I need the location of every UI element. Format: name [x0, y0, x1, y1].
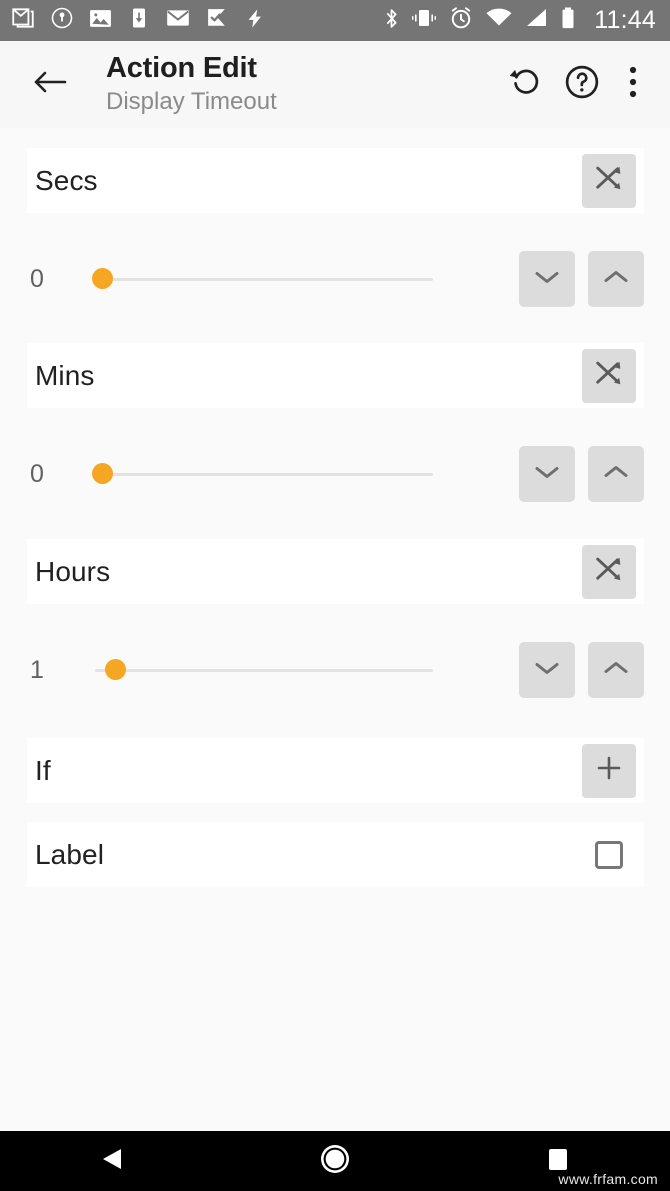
status-bar-system-icons: 11:44 — [383, 5, 656, 36]
variable-toggle-button-secs[interactable] — [582, 153, 636, 208]
label-row-label: Label — [35, 838, 105, 870]
shuffle-variable-icon — [592, 161, 626, 200]
slider-track-hours — [95, 669, 433, 672]
wifi-icon — [485, 6, 513, 35]
slider-value-secs: 0 — [30, 264, 44, 293]
app-bar: Action Edit Display Timeout — [0, 41, 670, 128]
watermark: www.frfam.com — [558, 1171, 658, 1187]
stepper-group-mins — [519, 446, 644, 502]
lightning-bolt-icon — [244, 6, 266, 36]
help-button[interactable] — [554, 57, 610, 113]
label-row[interactable]: Label — [27, 822, 644, 887]
gmail-icon — [10, 5, 36, 36]
status-bar-notification-icons — [10, 5, 266, 36]
plus-icon — [593, 752, 625, 789]
chevron-down-icon — [532, 658, 562, 683]
decrement-button-mins[interactable] — [519, 446, 575, 502]
chevron-down-icon — [532, 267, 562, 292]
variable-toggle-button-hours[interactable] — [582, 544, 636, 599]
alarm-clock-icon — [448, 5, 474, 36]
slider-value-hours: 1 — [30, 655, 44, 684]
increment-button-hours[interactable] — [588, 642, 644, 698]
slider-hours[interactable] — [95, 650, 433, 690]
gallery-image-icon — [88, 6, 113, 36]
chevron-up-icon — [601, 462, 631, 487]
page-title: Action Edit — [106, 52, 257, 85]
increment-button-mins[interactable] — [588, 446, 644, 502]
slider-mins[interactable] — [92, 454, 433, 494]
chevron-down-icon — [532, 462, 562, 487]
bluetooth-icon — [383, 6, 400, 36]
slider-value-mins: 0 — [30, 459, 44, 488]
decrement-button-hours[interactable] — [519, 642, 575, 698]
shuffle-variable-icon — [592, 552, 626, 591]
add-condition-button[interactable] — [582, 743, 636, 798]
slider-track-mins — [95, 473, 433, 476]
arrow-left-icon — [32, 67, 70, 102]
status-bar: 11:44 — [0, 0, 670, 41]
slider-thumb-mins[interactable] — [92, 463, 113, 484]
slider-row-secs[interactable]: 0 — [0, 236, 670, 322]
title-block: Action Edit Display Timeout — [106, 52, 498, 116]
slider-row-hours[interactable]: 1 — [0, 627, 670, 713]
field-label-hours: Hours — [35, 555, 111, 587]
action-edit-form: Secs 0 Mins 0 Hours 1 If Label — [0, 128, 670, 1131]
question-mark-circle-icon — [563, 63, 601, 106]
stepper-group-hours — [519, 642, 644, 698]
status-bar-clock: 11:44 — [594, 6, 656, 34]
stepper-group-secs — [519, 251, 644, 307]
field-card-secs[interactable]: Secs — [27, 148, 644, 213]
slider-secs[interactable] — [92, 259, 433, 299]
overflow-menu-button[interactable] — [610, 57, 656, 113]
checkmark-flag-icon — [205, 6, 230, 36]
page-subtitle: Display Timeout — [106, 87, 277, 115]
increment-button-secs[interactable] — [588, 251, 644, 307]
undo-reset-button[interactable] — [498, 57, 554, 113]
download-to-device-icon — [127, 6, 151, 35]
cellular-signal-icon — [524, 6, 549, 35]
chevron-up-icon — [601, 658, 631, 683]
nav-home-button[interactable] — [290, 1131, 380, 1191]
chevron-up-icon — [601, 267, 631, 292]
decrement-button-secs[interactable] — [519, 251, 575, 307]
shuffle-variable-icon — [592, 356, 626, 395]
variable-toggle-button-mins[interactable] — [582, 348, 636, 403]
field-card-mins[interactable]: Mins — [27, 343, 644, 408]
undo-rotate-left-icon — [509, 65, 543, 104]
slider-row-mins[interactable]: 0 — [0, 431, 670, 517]
battery-icon — [560, 6, 576, 36]
shield-security-icon — [50, 6, 74, 35]
if-row[interactable]: If — [27, 738, 644, 803]
nav-back-button[interactable] — [67, 1131, 157, 1191]
circle-home-icon — [318, 1142, 352, 1181]
checkbox-unchecked-icon[interactable] — [595, 840, 623, 869]
field-label-mins: Mins — [35, 359, 95, 391]
field-card-hours[interactable]: Hours — [27, 539, 644, 604]
vibrate-icon — [411, 6, 437, 35]
android-navigation-bar: www.frfam.com — [0, 1131, 670, 1191]
phone-screen: 11:44 Action Edit Display Timeout Secs 0… — [0, 0, 670, 1191]
slider-thumb-hours[interactable] — [105, 659, 127, 680]
field-label-secs: Secs — [35, 164, 98, 196]
email-envelope-icon — [165, 5, 191, 36]
slider-track-secs — [95, 278, 433, 281]
if-label: If — [35, 754, 51, 786]
back-navigation-button[interactable] — [20, 54, 82, 116]
slider-thumb-secs[interactable] — [92, 268, 113, 289]
triangle-back-icon — [99, 1145, 125, 1178]
three-dots-vertical-icon — [628, 65, 638, 104]
